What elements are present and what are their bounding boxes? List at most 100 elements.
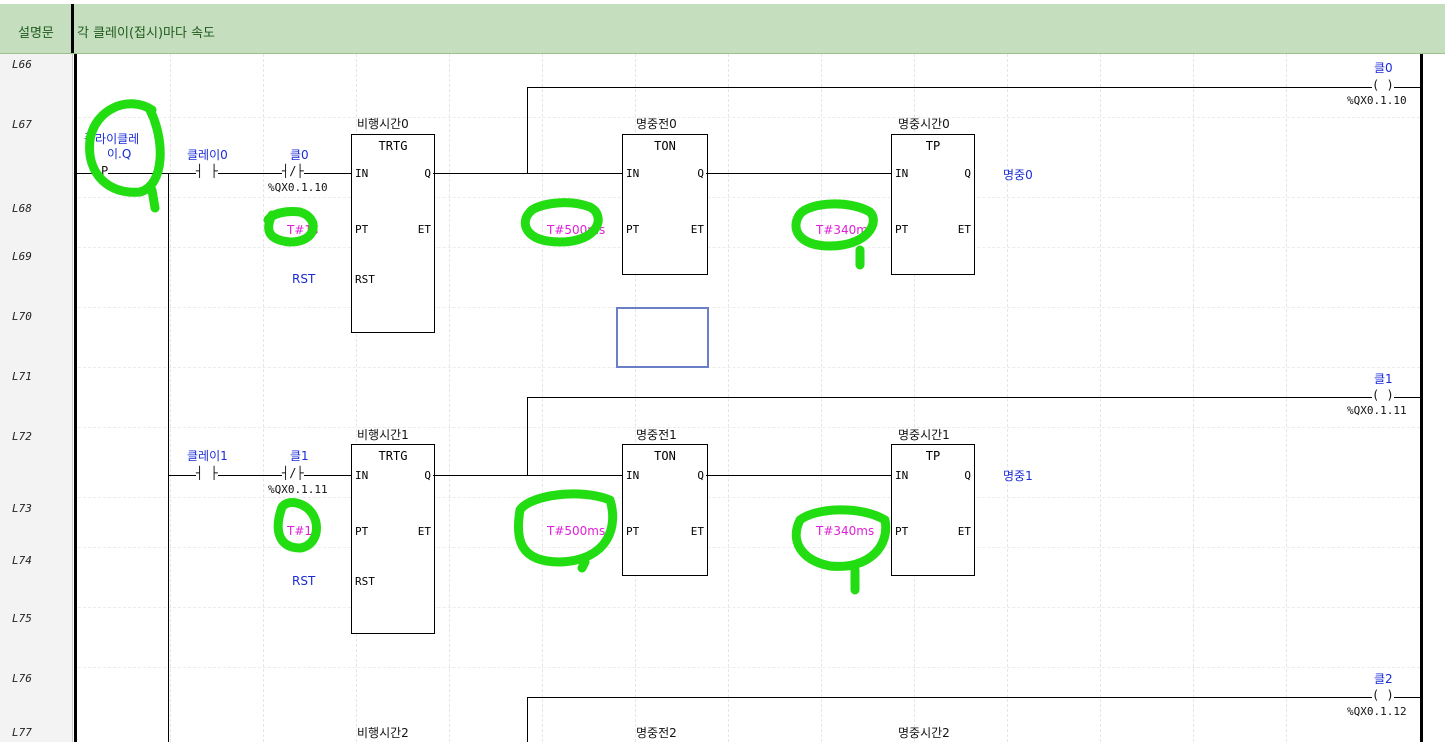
grid-line (78, 117, 1420, 118)
fb-trtg-0[interactable]: TRTG IN Q PT ET RST (351, 134, 435, 333)
row-label[interactable]: L71 (12, 370, 32, 383)
pin-et: ET (417, 525, 431, 538)
wire (433, 173, 623, 174)
pin-pt: PT (355, 223, 369, 236)
grid-line (449, 54, 450, 742)
grid-line (78, 607, 1420, 608)
grid-line (170, 54, 171, 742)
output-var[interactable]: 명중0 (1003, 166, 1033, 183)
fb-tp-0[interactable]: TP IN Q PT ET (891, 134, 975, 275)
coil-name: 클1 (1374, 372, 1393, 386)
rail-left-top (71, 4, 74, 53)
nc-contact-0[interactable]: ┤/├ (282, 164, 304, 178)
pt-constant[interactable]: T#500ms (547, 223, 605, 237)
grid-line (1286, 54, 1287, 742)
pt-constant[interactable]: T#500ms (547, 524, 605, 538)
row-label[interactable]: L76 (12, 672, 32, 685)
pin-q: Q (964, 469, 971, 482)
rst-var[interactable]: RST (292, 272, 315, 286)
pin-q: Q (424, 469, 431, 482)
contact-address: %QX0.1.11 (268, 483, 328, 496)
grid-line (821, 54, 822, 742)
pin-et: ET (417, 223, 431, 236)
pin-in: IN (355, 167, 369, 180)
row-label[interactable]: L77 (12, 726, 32, 739)
contact-start-p[interactable]: P (101, 164, 109, 178)
pin-pt: PT (895, 525, 909, 538)
wire (706, 475, 892, 476)
pin-pt: PT (626, 223, 640, 236)
pin-in: IN (626, 469, 640, 482)
contact-clay1[interactable]: ┤ ├ (196, 466, 218, 480)
grid-line (728, 54, 729, 742)
pt-constant[interactable]: T#340ms (816, 524, 874, 538)
row-label[interactable]: L66 (12, 58, 32, 71)
fb-instance: 명중전2 (636, 726, 677, 740)
pin-pt: PT (895, 223, 909, 236)
row-label[interactable]: L67 (12, 118, 32, 131)
pt-constant[interactable]: T#1s (287, 223, 318, 237)
pin-in: IN (895, 469, 909, 482)
fb-tp-1[interactable]: TP IN Q PT ET (891, 444, 975, 576)
coil-name: 클0 (1374, 61, 1393, 75)
contact-clay0[interactable]: ┤ ├ (196, 164, 218, 178)
grid-line (78, 367, 1420, 368)
fb-instance: 명중전0 (636, 117, 677, 131)
fb-type: TRTG (378, 449, 408, 463)
fb-ton-1[interactable]: TON IN Q PT ET (622, 444, 708, 576)
pt-constant[interactable]: T#1s (287, 524, 318, 538)
pt-constant[interactable]: T#340ms (816, 223, 874, 237)
fb-ton-0[interactable]: TON IN Q PT ET (622, 134, 708, 275)
row-label[interactable]: L73 (12, 502, 32, 515)
left-power-rail (74, 54, 77, 742)
wire (706, 173, 892, 174)
pin-et: ET (957, 525, 971, 538)
pin-et: ET (690, 223, 704, 236)
fb-instance: 명중시간2 (898, 726, 950, 740)
pin-rst: RST (355, 273, 375, 286)
grid-line (263, 54, 264, 742)
pin-et: ET (690, 525, 704, 538)
pin-q: Q (697, 167, 704, 180)
pin-in: IN (355, 469, 369, 482)
wire (527, 697, 1420, 698)
nc-contact-1[interactable]: ┤/├ (282, 466, 304, 480)
comment-bar[interactable]: 설명문 각 클레이(접시)마다 속도 (0, 4, 1445, 54)
output-var[interactable]: 명중1 (1003, 467, 1033, 484)
wire (527, 87, 1420, 88)
coil-1[interactable]: ( ) (1372, 388, 1394, 402)
rst-var[interactable]: RST (292, 574, 315, 588)
row-label[interactable]: L69 (12, 250, 32, 263)
row-label[interactable]: L75 (12, 612, 32, 625)
fb-type: TON (654, 139, 676, 153)
row-label[interactable]: L70 (12, 310, 32, 323)
annotation-circle (791, 505, 891, 595)
grid-line (542, 54, 543, 742)
row-label[interactable]: L74 (12, 554, 32, 567)
wire (527, 87, 528, 174)
pin-in: IN (626, 167, 640, 180)
contact-label: 클1 (290, 449, 309, 463)
grid-line (78, 497, 1420, 498)
fb-instance: 비행시간1 (357, 428, 409, 442)
fb-trtg-1[interactable]: TRTG IN Q PT ET RST (351, 444, 435, 634)
pin-q: Q (697, 469, 704, 482)
contact-label: 클레이0 (187, 148, 228, 162)
row-label[interactable]: L68 (12, 202, 32, 215)
grid-line (78, 307, 1420, 308)
fb-instance: 명중전1 (636, 428, 677, 442)
fb-instance: 비행시간2 (357, 726, 409, 740)
coil-2[interactable]: ( ) (1372, 688, 1394, 702)
grid-line (78, 547, 1420, 548)
grid-line (1193, 54, 1194, 742)
cell-cursor[interactable] (616, 307, 709, 368)
grid-line (1100, 54, 1101, 742)
branch-wire (168, 173, 169, 742)
coil-address: %QX0.1.12 (1347, 705, 1407, 718)
pin-et: ET (957, 223, 971, 236)
row-label[interactable]: L72 (12, 430, 32, 443)
contact-start-label: 이.Q (107, 147, 132, 161)
coil-0[interactable]: ( ) (1372, 78, 1394, 92)
right-power-rail (1420, 54, 1423, 742)
wire (527, 397, 528, 476)
